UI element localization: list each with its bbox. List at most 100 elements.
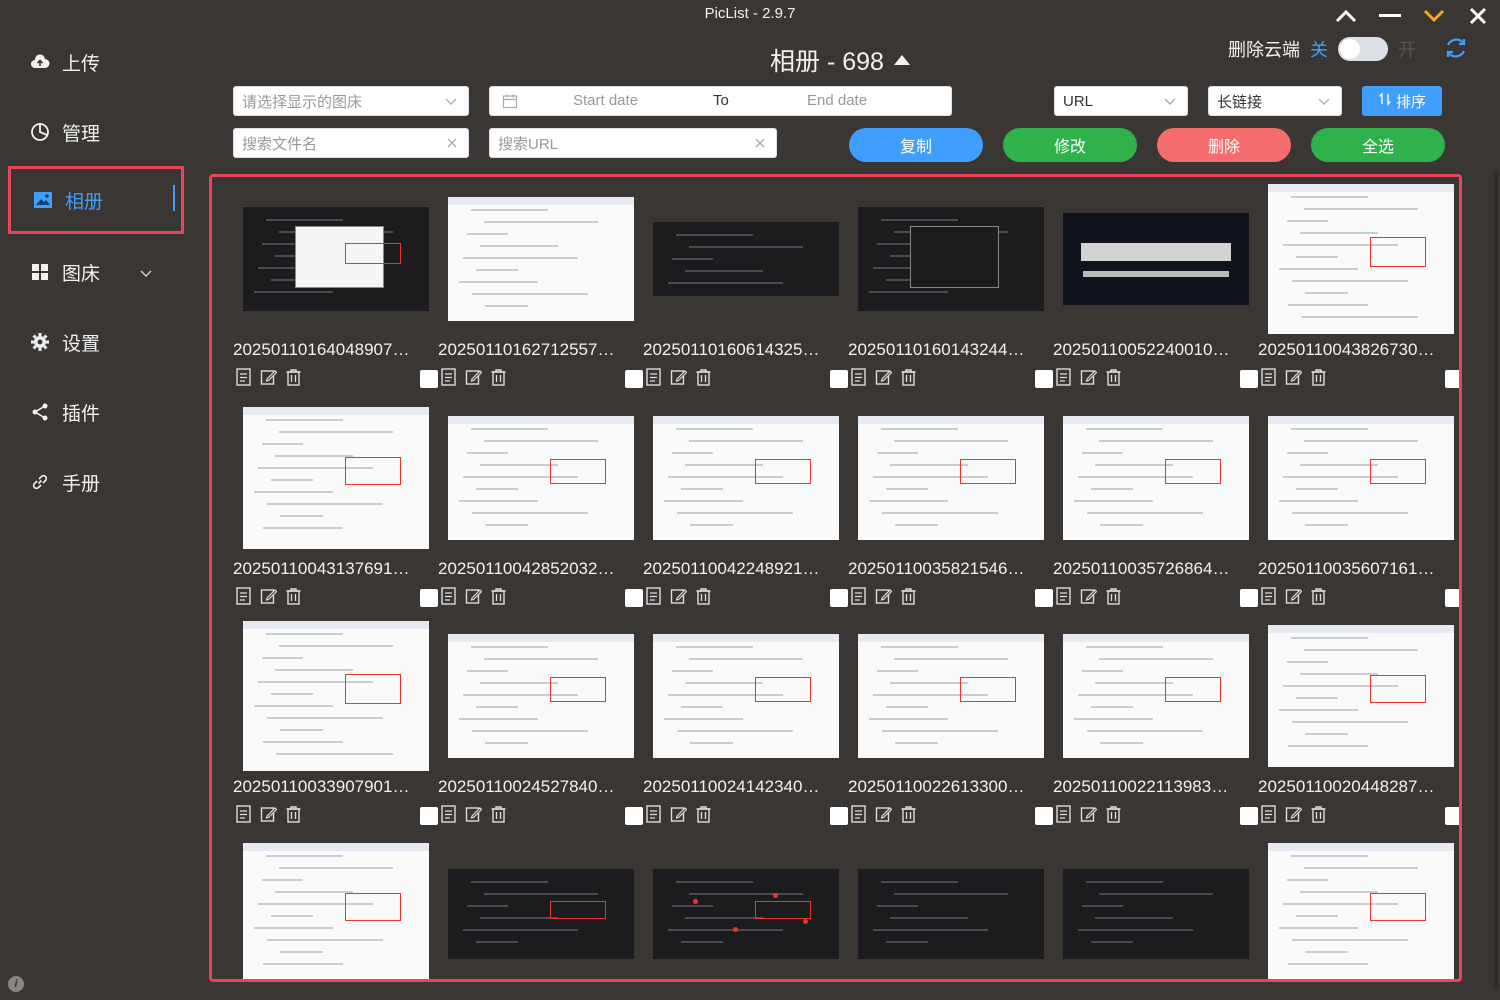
- select-checkbox[interactable]: [625, 589, 643, 607]
- copy-link-icon[interactable]: [235, 587, 252, 605]
- copy-button[interactable]: 复制: [849, 128, 983, 162]
- thumbnail-container[interactable]: [233, 180, 438, 338]
- gallery-card[interactable]: 20250110024527840: [438, 617, 643, 827]
- edit-icon[interactable]: [1285, 368, 1303, 386]
- chevron-up-icon[interactable]: [1334, 4, 1358, 28]
- page-title[interactable]: 相册 - 698: [740, 42, 940, 78]
- thumbnail-container[interactable]: [1258, 617, 1459, 775]
- thumbnail-image[interactable]: [1062, 416, 1249, 540]
- thumbnail-container[interactable]: [848, 399, 1053, 557]
- thumbnail-image[interactable]: [242, 843, 429, 979]
- copy-link-icon[interactable]: [1055, 368, 1072, 386]
- copy-link-icon[interactable]: [235, 805, 252, 823]
- select-checkbox[interactable]: [1240, 589, 1258, 607]
- gallery-card[interactable]: 20250110052240010: [1053, 180, 1258, 390]
- gallery-card[interactable]: [438, 835, 643, 979]
- end-date-input[interactable]: End date: [807, 92, 867, 109]
- thumbnail-container[interactable]: [1258, 835, 1459, 979]
- minimize-icon[interactable]: [1378, 4, 1402, 28]
- select-checkbox[interactable]: [1240, 370, 1258, 388]
- edit-icon[interactable]: [260, 368, 278, 386]
- edit-icon[interactable]: [875, 368, 893, 386]
- trash-icon[interactable]: [1105, 587, 1122, 605]
- copy-link-icon[interactable]: [440, 805, 457, 823]
- select-checkbox[interactable]: [830, 370, 848, 388]
- copy-link-icon[interactable]: [850, 805, 867, 823]
- thumbnail-container[interactable]: [848, 835, 1053, 979]
- edit-icon[interactable]: [1285, 805, 1303, 823]
- trash-icon[interactable]: [900, 587, 917, 605]
- edit-icon[interactable]: [465, 805, 483, 823]
- gallery-card[interactable]: 20250110043137691: [233, 399, 438, 609]
- thumbnail-container[interactable]: [1053, 399, 1258, 557]
- gallery-card[interactable]: [848, 835, 1053, 979]
- gallery-card[interactable]: 20250110162712557: [438, 180, 643, 390]
- thumbnail-image[interactable]: [1267, 416, 1454, 540]
- gallery-card[interactable]: 20250110042248921: [643, 399, 848, 609]
- thumbnail-image[interactable]: [857, 416, 1044, 540]
- trash-icon[interactable]: [285, 368, 302, 386]
- thumbnail-image[interactable]: [857, 634, 1044, 758]
- select-checkbox[interactable]: [1035, 589, 1053, 607]
- thumbnail-container[interactable]: [1258, 399, 1459, 557]
- copy-link-icon[interactable]: [1055, 587, 1072, 605]
- sidebar-item-manual[interactable]: 手册: [8, 450, 184, 514]
- gallery-card[interactable]: 20250110024142340: [643, 617, 848, 827]
- edit-icon[interactable]: [670, 587, 688, 605]
- select-checkbox[interactable]: [1445, 370, 1459, 388]
- thumbnail-image[interactable]: [447, 869, 634, 959]
- thumbnail-container[interactable]: [643, 617, 848, 775]
- close-icon[interactable]: [1466, 4, 1490, 28]
- thumbnail-image[interactable]: [652, 869, 839, 959]
- gallery-card[interactable]: 20250110042852032: [438, 399, 643, 609]
- thumbnail-image[interactable]: [652, 222, 839, 296]
- trash-icon[interactable]: [695, 368, 712, 386]
- edit-icon[interactable]: [670, 805, 688, 823]
- gallery-card[interactable]: 20250110160143244: [848, 180, 1053, 390]
- thumbnail-image[interactable]: [447, 634, 634, 758]
- delete-button[interactable]: 删除: [1157, 128, 1291, 162]
- trash-icon[interactable]: [285, 587, 302, 605]
- edit-icon[interactable]: [1080, 368, 1098, 386]
- copy-link-icon[interactable]: [235, 368, 252, 386]
- start-date-input[interactable]: Start date: [573, 92, 638, 109]
- thumbnail-container[interactable]: [643, 835, 848, 979]
- edit-icon[interactable]: [875, 587, 893, 605]
- copy-link-icon[interactable]: [440, 587, 457, 605]
- search-filename-input[interactable]: 搜索文件名: [233, 128, 469, 158]
- sidebar-item-gallery[interactable]: 相册: [8, 166, 184, 234]
- thumbnail-image[interactable]: [1062, 213, 1249, 305]
- gallery-card[interactable]: 20250110160614325: [643, 180, 848, 390]
- thumbnail-container[interactable]: [438, 617, 643, 775]
- edit-icon[interactable]: [875, 805, 893, 823]
- gallery-card[interactable]: [1053, 835, 1258, 979]
- trash-icon[interactable]: [1105, 368, 1122, 386]
- trash-icon[interactable]: [1310, 805, 1327, 823]
- thumbnail-container[interactable]: [643, 180, 848, 338]
- thumbnail-container[interactable]: [233, 399, 438, 557]
- refresh-icon[interactable]: [1443, 35, 1469, 61]
- gallery-card[interactable]: 20250110022613300: [848, 617, 1053, 827]
- trash-icon[interactable]: [1105, 805, 1122, 823]
- edit-icon[interactable]: [670, 368, 688, 386]
- thumbnail-image[interactable]: [447, 197, 634, 321]
- trash-icon[interactable]: [1310, 368, 1327, 386]
- edit-icon[interactable]: [1080, 805, 1098, 823]
- copy-link-icon[interactable]: [645, 368, 662, 386]
- gallery-card[interactable]: 20250110020448287: [1258, 617, 1459, 827]
- thumbnail-image[interactable]: [1267, 184, 1454, 334]
- thumbnail-image[interactable]: [652, 634, 839, 758]
- thumbnail-container[interactable]: [438, 835, 643, 979]
- gallery-card[interactable]: 20250110043826730: [1258, 180, 1459, 390]
- edit-icon[interactable]: [465, 587, 483, 605]
- thumbnail-container[interactable]: [848, 617, 1053, 775]
- scrollbar[interactable]: [1494, 170, 1498, 990]
- thumbnail-container[interactable]: [1053, 617, 1258, 775]
- chevron-down-icon[interactable]: [1422, 4, 1446, 28]
- edit-icon[interactable]: [465, 368, 483, 386]
- select-checkbox[interactable]: [1035, 370, 1053, 388]
- trash-icon[interactable]: [900, 368, 917, 386]
- copy-link-icon[interactable]: [1055, 805, 1072, 823]
- select-checkbox[interactable]: [1445, 807, 1459, 825]
- gallery-card[interactable]: 20250110033907901: [233, 617, 438, 827]
